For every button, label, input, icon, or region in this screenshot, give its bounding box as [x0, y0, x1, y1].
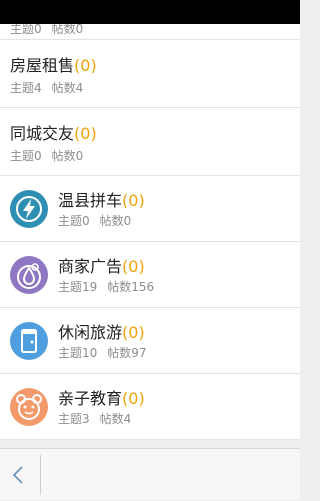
forum-list[interactable]: 主题0 帖数0 房屋租售(0) 主题4 帖数4 同城交友(0) 主题0 帖数0 温县: [0, 24, 300, 448]
forum-row[interactable]: 温县拼车(0) 主题0 帖数0: [0, 176, 300, 242]
forum-new-count: (0): [122, 191, 145, 210]
forum-row[interactable]: 亲子教育(0) 主题3 帖数4: [0, 374, 300, 440]
door-icon: [10, 322, 48, 360]
topic-count: 主题19: [58, 280, 98, 294]
topic-count: 主题4: [10, 81, 42, 95]
post-count: 帖数156: [107, 280, 155, 294]
forum-name: 亲子教育: [58, 389, 123, 408]
forum-title: 同城交友(0): [10, 120, 97, 144]
forum-new-count: (0): [122, 323, 145, 342]
forum-stats: 主题3 帖数4: [58, 410, 131, 427]
lightning-icon: [10, 190, 48, 228]
chevron-left-icon: [12, 466, 23, 484]
forum-stats: 主题10 帖数97: [58, 344, 147, 361]
post-count: 帖数0: [51, 149, 84, 163]
forum-stats: 主题4 帖数4: [10, 79, 83, 96]
forum-stats: 主题0 帖数0: [10, 147, 83, 164]
forum-stats: 主题19 帖数156: [58, 278, 154, 295]
forum-name: 温县拼车: [58, 191, 123, 210]
topic-count: 主题3: [58, 412, 90, 426]
forum-row[interactable]: 商家广告(0) 主题19 帖数156: [0, 242, 300, 308]
forum-new-count: (0): [74, 56, 97, 75]
topic-count: 主题0: [58, 214, 90, 228]
post-count: 帖数4: [51, 81, 84, 95]
post-count: 帖数97: [107, 346, 147, 360]
forum-stats: 主题0 帖数0: [58, 212, 131, 229]
forum-name: 商家广告: [58, 257, 123, 276]
forum-row[interactable]: 主题0 帖数0: [0, 24, 300, 40]
forum-name: 同城交友: [10, 124, 75, 143]
droplet-icon: [10, 256, 48, 294]
forum-row[interactable]: 同城交友(0) 主题0 帖数0: [0, 108, 300, 176]
forum-new-count: (0): [74, 124, 97, 143]
topic-count: 主题0: [10, 24, 42, 36]
bottom-toolbar: [0, 448, 300, 500]
forum-title: 商家广告(0): [58, 253, 145, 277]
toolbar-divider: [40, 455, 41, 495]
forum-title: 休闲旅游(0): [58, 319, 145, 343]
bear-face-icon: [10, 388, 48, 426]
post-count: 帖数0: [51, 24, 84, 36]
topic-count: 主题10: [58, 346, 98, 360]
forum-name: 房屋租售: [10, 56, 75, 75]
forum-new-count: (0): [122, 257, 145, 276]
forum-title: 温县拼车(0): [58, 187, 145, 211]
forum-row[interactable]: 房屋租售(0) 主题4 帖数4: [0, 40, 300, 108]
back-button[interactable]: [0, 449, 40, 501]
forum-row[interactable]: 休闲旅游(0) 主题10 帖数97: [0, 308, 300, 374]
post-count: 帖数0: [99, 214, 132, 228]
status-bar: [0, 0, 300, 24]
forum-new-count: (0): [122, 389, 145, 408]
post-count: 帖数4: [99, 412, 132, 426]
forum-title: 亲子教育(0): [58, 385, 145, 409]
forum-name: 休闲旅游: [58, 323, 123, 342]
forum-title: 房屋租售(0): [10, 52, 97, 76]
topic-count: 主题0: [10, 149, 42, 163]
forum-stats: 主题0 帖数0: [10, 24, 83, 37]
